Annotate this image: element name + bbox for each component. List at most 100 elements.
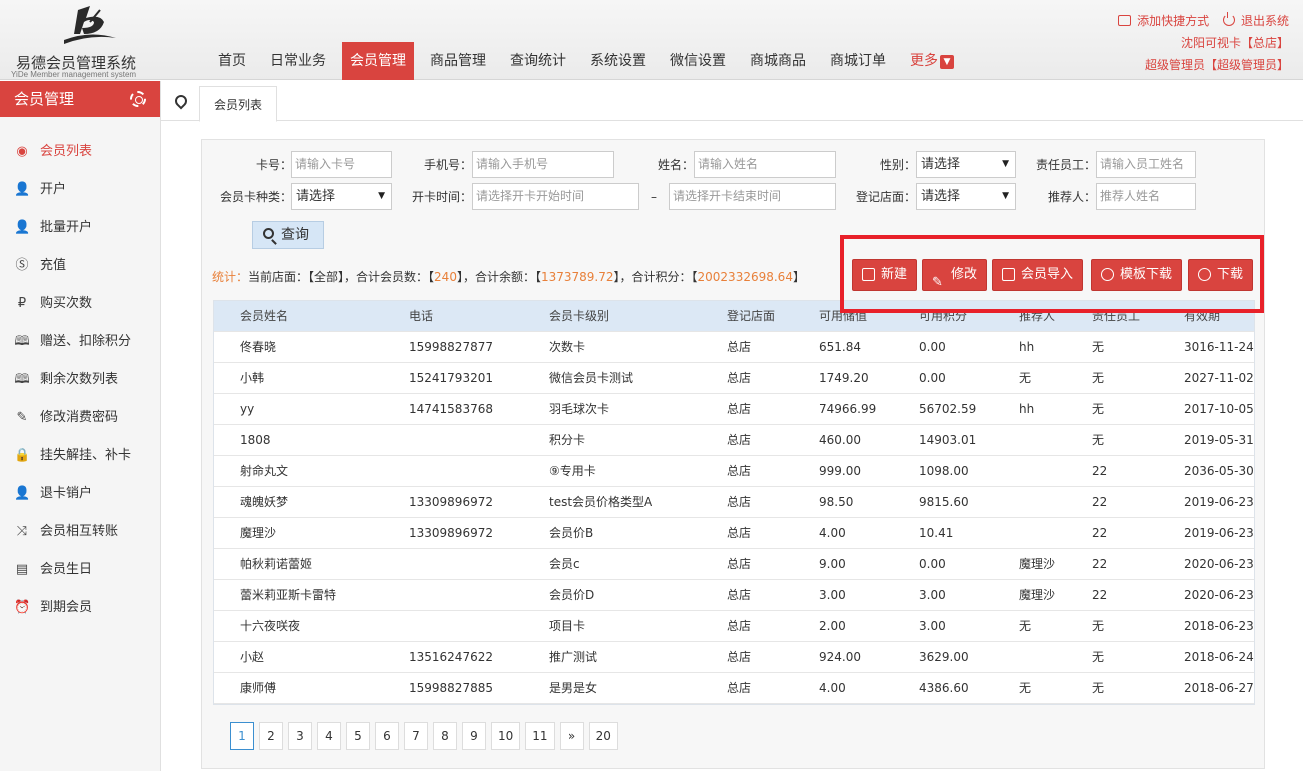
page-button[interactable]: » (559, 722, 584, 750)
table-row[interactable]: 小韩 15241793201 微信会员卡测试 总店 1749.20 0.00 无 无 2027-… (214, 363, 1254, 394)
sidebar-item[interactable]: ✎ 修改消费密码 (0, 399, 160, 437)
table-cell: 无 (1092, 681, 1105, 695)
table-cell: 13309896972 (409, 495, 493, 509)
nav-item[interactable]: 会员管理 (342, 42, 414, 80)
stats-members-label: 合计会员数：【 (356, 270, 435, 284)
table-row[interactable]: 康师傅 15998827885 是男是女 总店 4.00 4386.60 无 无 2018-06… (214, 673, 1254, 704)
sidebar-item-label: 修改消费密码 (40, 410, 119, 425)
table-cell: 会员c (549, 557, 580, 571)
logout-link[interactable]: 退出系统 (1213, 12, 1289, 28)
sidebar-menu: ◉ 会员列表 👤 开户 👤 批量开户 Ⓢ 充值 ₽ 购买次数 🕮 赠送、扣除积分 🕮 剩余次数列表 ✎ 修改消… (0, 133, 160, 627)
tab-member-list[interactable]: 会员列表 (199, 86, 278, 122)
sidebar-item[interactable]: 🔒 挂失解挂、补卡 (0, 437, 160, 475)
table-row[interactable]: 十六夜咲夜 项目卡 总店 2.00 3.00 无 无 2018-06-23 (214, 611, 1254, 642)
table-row[interactable]: 蕾米莉亚斯卡雷特 会员价D 总店 3.00 3.00 魔理沙 22 2020-06-23 (214, 580, 1254, 611)
table-cell: hh (1019, 340, 1035, 354)
page-button[interactable]: 5 (346, 722, 370, 750)
user-circle-icon: ◉ (16, 144, 28, 159)
nav-more-button[interactable]: 更多 ▼ (902, 42, 962, 80)
sidebar-item[interactable]: 👤 退卡销户 (0, 475, 160, 513)
sidebar-item-label: 赠送、扣除积分 (40, 334, 132, 349)
user-panel: 添加快捷方式 退出系统 沈阳可视卡【总店】 超级管理员【超级管理员】 (1118, 10, 1289, 76)
table-cell: 14903.01 (919, 433, 977, 447)
card-no-label: 卡号： (255, 158, 292, 172)
stats-suffix: 】 (792, 270, 805, 284)
page-button[interactable]: 1 (230, 722, 254, 750)
page-button[interactable]: 2 (259, 722, 283, 750)
page-button[interactable]: 7 (404, 722, 428, 750)
nav-item[interactable]: 商城订单 (822, 42, 894, 80)
table-cell: 总店 (727, 433, 752, 447)
gender-select[interactable]: 请选择 ▼ (916, 151, 1016, 178)
column-header: 会员卡级别 (549, 309, 610, 323)
sidebar-item[interactable]: ⤨ 会员相互转账 (0, 513, 160, 551)
table-cell: 4386.60 (919, 681, 969, 695)
page-button[interactable]: 20 (588, 722, 618, 750)
staff-input[interactable]: 请输入员工姓名 (1096, 151, 1196, 178)
table-row[interactable]: 1808 积分卡 总店 460.00 14903.01 无 2019-05-31 (214, 425, 1254, 456)
sidebar-item[interactable]: ⏰ 到期会员 (0, 589, 160, 627)
table-cell: 魔理沙 (240, 526, 277, 540)
add-shortcut-link[interactable]: 添加快捷方式 (1118, 14, 1209, 28)
sidebar-item[interactable]: ◉ 会员列表 (0, 133, 160, 171)
table-cell: 22 (1092, 557, 1108, 571)
table-cell: 小赵 (240, 650, 265, 664)
table-row[interactable]: 魂魄妖梦 13309896972 test会员价格类型A 总店 98.50 9815.60… (214, 487, 1254, 518)
table-cell: hh (1019, 402, 1035, 416)
table-row[interactable]: 魔理沙 13309896972 会员价B 总店 4.00 10.41 22 2019-06-2… (214, 518, 1254, 549)
sidebar-item[interactable]: ▤ 会员生日 (0, 551, 160, 589)
nav-item[interactable]: 首页 (210, 42, 254, 80)
current-store: 沈阳可视卡【总店】 (1180, 36, 1289, 50)
nav-item[interactable]: 微信设置 (662, 42, 734, 80)
page-button[interactable]: 4 (317, 722, 341, 750)
open-time-end-input[interactable]: 请选择开卡结束时间 (669, 183, 836, 210)
referrer-input[interactable]: 推荐人姓名 (1096, 183, 1196, 210)
card-no-input[interactable]: 请输入卡号 (291, 151, 392, 178)
nav-item[interactable]: 系统设置 (582, 42, 654, 80)
table-cell: 74966.99 (819, 402, 877, 416)
page-button[interactable]: 6 (375, 722, 399, 750)
name-input[interactable]: 请输入姓名 (694, 151, 836, 178)
location-pin-icon[interactable] (172, 92, 190, 110)
sidebar-header: 会员管理 (0, 81, 160, 117)
nav-item[interactable]: 日常业务 (262, 42, 334, 80)
sidebar-item[interactable]: 👤 开户 (0, 171, 160, 209)
page-button[interactable]: 11 (525, 722, 555, 750)
stats-points: 2002332698.64 (697, 270, 793, 284)
table-cell: 2020-06-23 (1184, 557, 1254, 571)
query-button-label: 查询 (281, 227, 309, 243)
user-icon: 👤 (14, 182, 31, 197)
open-time-start-input[interactable]: 请选择开卡开始时间 (472, 183, 639, 210)
page-button[interactable]: 8 (433, 722, 457, 750)
sidebar-item[interactable]: ₽ 购买次数 (0, 285, 160, 323)
app-subtitle: YiDe Member management system (11, 70, 137, 79)
nav-item[interactable]: 查询统计 (502, 42, 574, 80)
table-row[interactable]: 小赵 13516247622 推广测试 总店 924.00 3629.00 无 2018-06… (214, 642, 1254, 673)
sidebar-item[interactable]: 🕮 剩余次数列表 (0, 361, 160, 399)
stats-balance-label: 】，合计余额：【 (456, 270, 541, 284)
card-type-select[interactable]: 请选择 ▼ (291, 183, 392, 210)
table-row[interactable]: 佟春晓 15998827877 次数卡 总店 651.84 0.00 hh 无 3016-11-… (214, 332, 1254, 363)
sidebar-item[interactable]: 👤 批量开户 (0, 209, 160, 247)
table-cell: 十六夜咲夜 (240, 619, 301, 633)
query-button[interactable]: 查询 (252, 221, 324, 249)
table-cell: 总店 (727, 681, 752, 695)
nav-item[interactable]: 商品管理 (422, 42, 494, 80)
page-button[interactable]: 10 (491, 722, 521, 750)
table-cell: 总店 (727, 650, 752, 664)
sidebar-item[interactable]: Ⓢ 充值 (0, 247, 160, 285)
phone-input[interactable]: 请输入手机号 (472, 151, 614, 178)
table-row[interactable]: 帕秋莉诺蕾姬 会员c 总店 9.00 0.00 魔理沙 22 2020-06-23 (214, 549, 1254, 580)
table-row[interactable]: yy 14741583768 羽毛球次卡 总店 74966.99 56702.59 hh 无 2… (214, 394, 1254, 425)
table-cell: 无 (1019, 681, 1032, 695)
table-cell: 无 (1092, 650, 1105, 664)
sidebar-item[interactable]: 🕮 赠送、扣除积分 (0, 323, 160, 361)
page-button[interactable]: 9 (462, 722, 486, 750)
table-row[interactable]: 射命丸文 ⑨专用卡 总店 999.00 1098.00 22 2036-05-30 (214, 456, 1254, 487)
gear-icon[interactable] (130, 91, 146, 107)
page-button[interactable]: 3 (288, 722, 312, 750)
staff-label: 责任员工： (1035, 158, 1096, 172)
nav-item[interactable]: 商城商品 (742, 42, 814, 80)
table-cell: 15998827885 (409, 681, 493, 695)
store-select[interactable]: 请选择 ▼ (916, 183, 1016, 210)
